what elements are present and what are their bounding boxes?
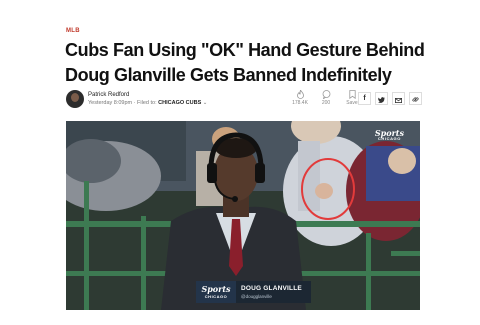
article-stats: 178.4K 200 Save: [291, 88, 361, 106]
comment-icon[interactable]: [317, 90, 335, 100]
article-headline: Cubs Fan Using "OK" Hand Gesture Behind …: [65, 40, 425, 85]
author-avatar[interactable]: [66, 90, 84, 108]
sports-network-corner-bug: Sports CHICAGO: [375, 129, 404, 141]
bug-city: CHICAGO: [377, 136, 401, 141]
byline: Patrick Redford Yesterday 8:09pm · Filed…: [66, 88, 422, 112]
logo-city: CHICAGO: [204, 294, 228, 299]
facebook-icon: f: [363, 95, 366, 102]
link-share-button[interactable]: [409, 92, 422, 105]
email-icon: [395, 90, 402, 108]
share-buttons: f: [358, 92, 422, 105]
logo-brand: Sports: [201, 284, 231, 294]
chevron-down-icon[interactable]: ⌄: [203, 100, 208, 106]
lower-third-name: DOUG GLANVILLE: [241, 285, 302, 292]
filed-to-label: Filed to:: [137, 100, 157, 106]
post-timestamp[interactable]: Yesterday 8:09pm: [88, 100, 132, 106]
lower-third-handle: @dougglanville: [241, 294, 272, 299]
filed-category-link[interactable]: CHICAGO CUBS: [158, 100, 201, 106]
article-hero-photo[interactable]: Sports CHICAGO Sports CHICAGO DOUG GLANV…: [66, 121, 420, 310]
email-share-button[interactable]: [392, 92, 405, 105]
network-logo: Sports CHICAGO: [196, 281, 236, 303]
section-tag[interactable]: MLB: [66, 28, 80, 34]
twitter-icon: [378, 90, 385, 108]
link-icon: [412, 90, 419, 108]
lower-third-caption: Sports CHICAGO DOUG GLANVILLE @dougglanv…: [196, 281, 311, 303]
byline-meta: Yesterday 8:09pm · Filed to: CHICAGO CUB…: [88, 100, 207, 106]
facebook-share-button[interactable]: f: [358, 92, 371, 105]
author-name[interactable]: Patrick Redford: [88, 92, 129, 98]
views-count: 178.4K: [292, 100, 308, 106]
flame-icon: [291, 88, 309, 99]
comments-stat[interactable]: 200: [317, 90, 335, 106]
views-stat: 178.4K: [291, 88, 309, 106]
twitter-share-button[interactable]: [375, 92, 388, 105]
comments-count[interactable]: 200: [317, 100, 335, 106]
avatar-face: [71, 93, 79, 102]
